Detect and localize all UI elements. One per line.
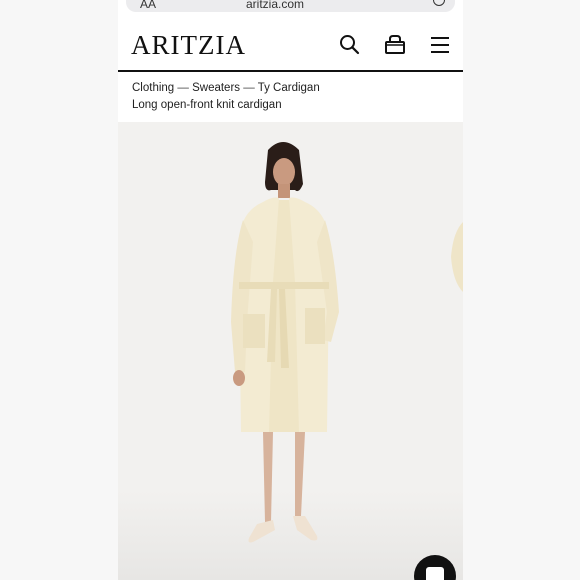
search-button[interactable]	[337, 32, 363, 58]
breadcrumb-sweaters[interactable]: Sweaters	[192, 82, 240, 94]
chat-icon	[426, 567, 444, 580]
product-subtitle: Long open-front knit cardigan	[132, 99, 282, 111]
menu-button[interactable]	[427, 32, 453, 58]
reader-aa-button[interactable]: AA	[140, 0, 156, 11]
breadcrumb-separator: —	[240, 82, 258, 94]
hamburger-menu-icon	[431, 37, 449, 53]
aritzia-logo[interactable]: ARITZIA	[131, 29, 246, 61]
right-backdrop	[463, 0, 580, 580]
breadcrumb-clothing[interactable]: Clothing	[132, 82, 174, 94]
product-image[interactable]	[213, 132, 353, 572]
reload-icon[interactable]	[433, 0, 445, 6]
search-icon	[340, 35, 360, 55]
shopping-bag-button[interactable]	[382, 32, 408, 58]
next-image-peek[interactable]	[449, 222, 463, 292]
product-image-gallery[interactable]	[118, 122, 463, 580]
breadcrumb: Clothing — Sweaters — Ty Cardigan	[132, 81, 320, 95]
site-header: ARITZIA	[118, 22, 463, 72]
left-backdrop	[0, 0, 118, 580]
shopping-bag-icon	[385, 35, 405, 54]
address-bar[interactable]: AA aritzia.com	[126, 0, 455, 12]
mobile-page: AA aritzia.com ARITZIA Clothing — Sweate…	[118, 0, 463, 580]
breadcrumb-separator: —	[174, 82, 193, 94]
breadcrumb-ty-cardigan[interactable]: Ty Cardigan	[258, 82, 320, 94]
browser-chrome: AA aritzia.com	[118, 0, 463, 22]
url-text[interactable]: aritzia.com	[246, 0, 304, 11]
